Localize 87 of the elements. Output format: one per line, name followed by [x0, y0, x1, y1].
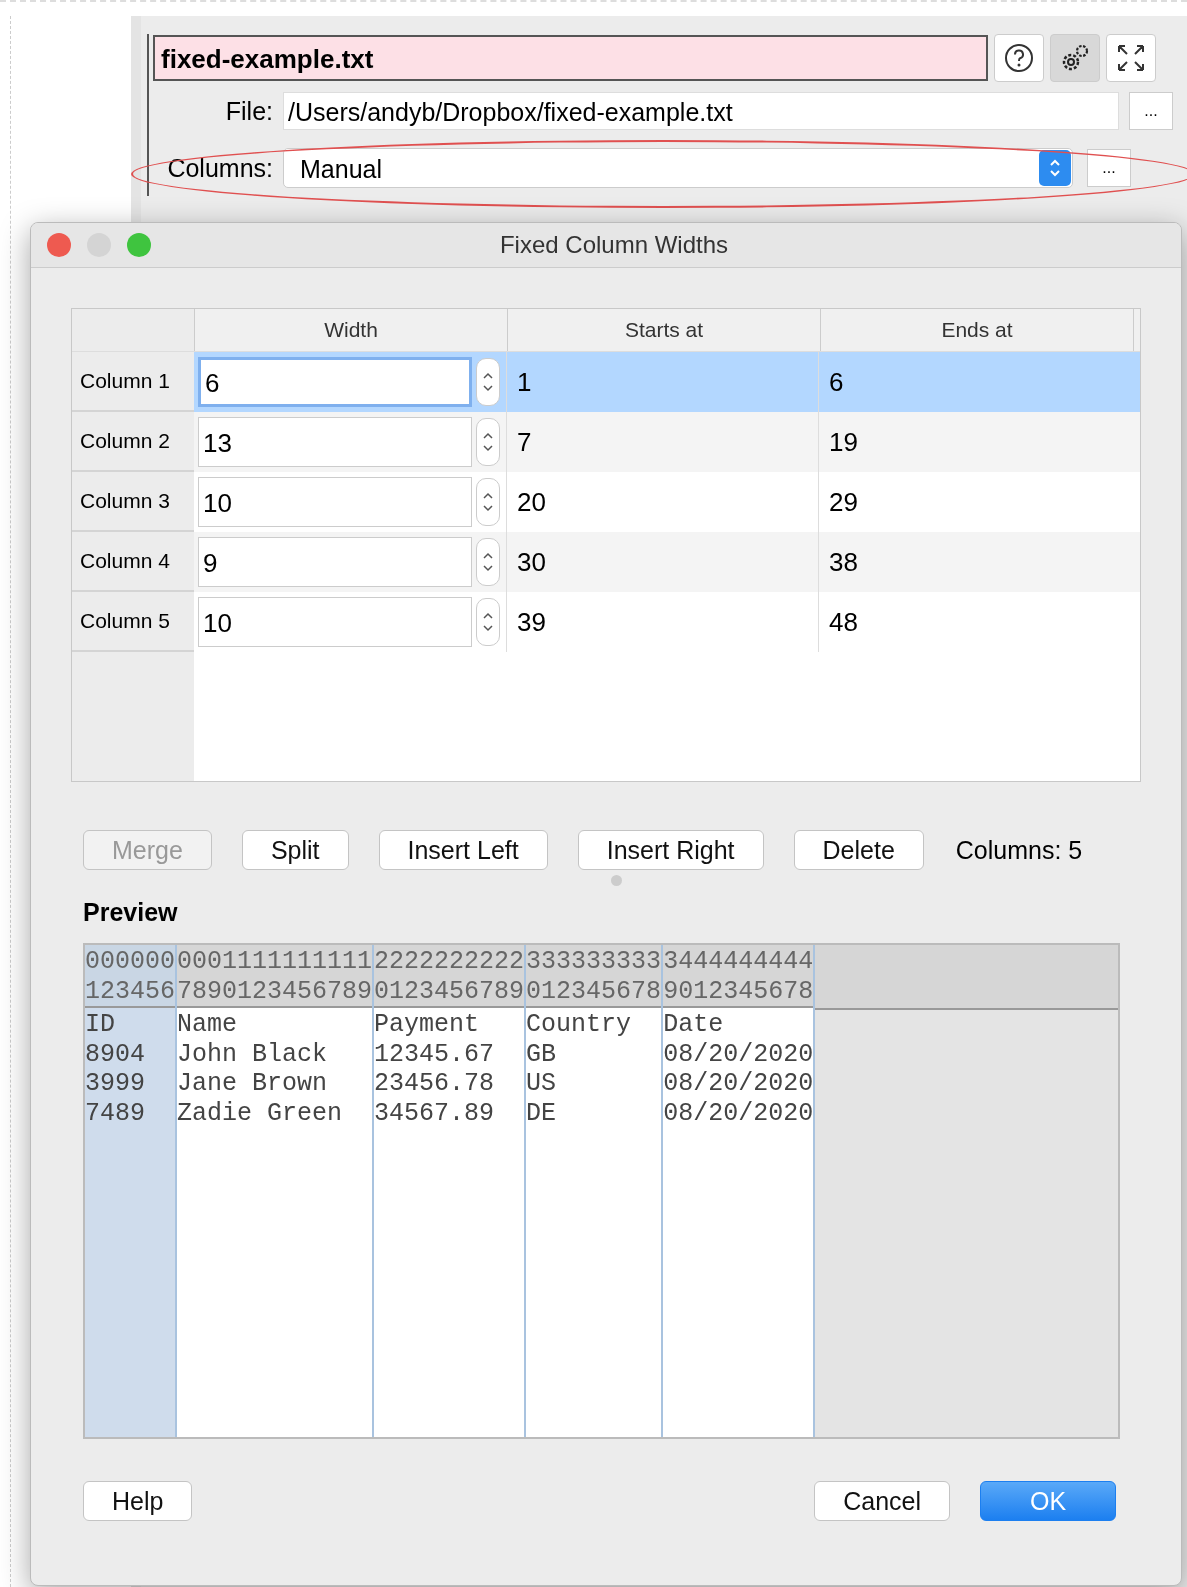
action-button[interactable]: Insert Left [378, 830, 548, 870]
file-label: File: [224, 95, 273, 127]
help-icon[interactable] [994, 34, 1044, 82]
width-field[interactable]: 9 [198, 537, 472, 587]
preview-column[interactable]: 333333333 012345678 Country GB US DE [526, 945, 664, 1437]
row-header: Column 4 [72, 532, 194, 592]
preview-text: 23456.78 [374, 1069, 496, 1099]
table-cell: 19 [818, 412, 1130, 472]
preview-column[interactable]: 0001111111111 7890123456789 Name John Black Jane Brown Zadie Green [177, 945, 375, 1437]
preview-text: Zadie Green [177, 1098, 344, 1128]
table-cell: 7 [506, 412, 818, 472]
preview-text: 34567.89 [374, 1098, 496, 1128]
row-header: Column 1 [72, 352, 194, 412]
preview-text: John Black [177, 1039, 329, 1069]
table-row[interactable]: Column 1 6 1 6 [72, 352, 1140, 412]
help-button[interactable]: Help [83, 1481, 193, 1521]
dialog-title: Fixed Column Widths [498, 231, 730, 259]
action-button[interactable]: Delete [793, 830, 924, 870]
table-cell: 39 [506, 592, 818, 652]
stepper-icon[interactable] [476, 538, 500, 586]
zoom-button[interactable] [127, 233, 151, 257]
width-field[interactable]: 10 [198, 477, 472, 527]
preview-text: 12345.67 [374, 1039, 496, 1069]
width-field[interactable]: 10 [198, 597, 472, 647]
preview-text: 3999 [85, 1069, 146, 1099]
preview-text: 08/20/2020 [663, 1039, 814, 1069]
preview-column[interactable]: 2222222222 0123456789 Payment 12345.67 23456.78 34567.89 [374, 945, 527, 1437]
file-path-field[interactable]: /Users/andyb/Dropbox/fixed-example.txt [283, 91, 1119, 130]
expand-icon[interactable] [1106, 34, 1156, 82]
column-count: Columns: 5 [955, 835, 1083, 865]
column-header: Width [195, 309, 508, 351]
table-row[interactable]: Column 4 9 30 38 [72, 532, 1140, 592]
ruler-digits: 333333333 [526, 947, 662, 977]
columns-options-button[interactable]: ... [1087, 148, 1131, 187]
preview-text: Date [663, 1010, 725, 1040]
table-row[interactable]: Column 2 13 7 19 [72, 412, 1140, 472]
ruler-digits: 9012345678 [663, 976, 814, 1006]
stepper-icon[interactable] [476, 598, 500, 646]
dropdown-arrows-icon [1039, 149, 1071, 186]
preview-column[interactable]: 000000 123456 ID 8904 3999 7489 [85, 945, 177, 1437]
stepper-icon[interactable] [476, 358, 500, 406]
row-header: Column 5 [72, 592, 194, 652]
preview-column[interactable]: 3444444444 9012345678 Date 08/20/2020 08/20/2020 08/20/2020 [663, 945, 816, 1437]
column-header: Starts at [508, 309, 821, 351]
stepper-icon[interactable] [476, 418, 500, 466]
stepper-icon[interactable] [476, 478, 500, 526]
preview-text: 7489 [85, 1098, 146, 1128]
columns-dropdown[interactable]: Manual [283, 147, 1073, 188]
ruler-digits: 2222222222 [374, 947, 525, 977]
ruler-digits: 7890123456789 [177, 976, 373, 1006]
ruler-digits: 0123456789 [374, 976, 525, 1006]
gear-icon[interactable] [1050, 34, 1100, 82]
column-header: Ends at [821, 309, 1134, 351]
cancel-button[interactable]: Cancel [814, 1481, 950, 1521]
width-field[interactable]: 13 [198, 417, 472, 467]
preview-text: GB [526, 1039, 558, 1069]
preview-text: US [526, 1069, 558, 1099]
preview-text: Payment [374, 1010, 481, 1040]
close-button[interactable] [47, 233, 71, 257]
name-field[interactable]: fixed-example.txt [153, 35, 988, 81]
ruler-digits: 123456 [85, 976, 175, 1006]
ruler-digits: 0001111111111 [177, 947, 373, 977]
ruler-digits: 012345678 [526, 976, 662, 1006]
ruler-digits: 3444444444 [663, 947, 814, 977]
ruler-digits: 000000 [85, 947, 175, 977]
table-row[interactable]: Column 3 10 20 29 [72, 472, 1140, 532]
preview-text: Jane Brown [177, 1069, 329, 1099]
table-cell: 30 [506, 532, 818, 592]
table-row[interactable]: Column 5 10 39 48 [72, 592, 1140, 652]
browse-button[interactable]: ... [1129, 91, 1173, 130]
preview-text: Country [526, 1010, 633, 1040]
table-cell: 38 [818, 532, 1130, 592]
row-header: Column 3 [72, 472, 194, 532]
preview-text: 08/20/2020 [663, 1069, 814, 1099]
row-header: Column 2 [72, 412, 194, 472]
preview-text: ID [85, 1010, 116, 1040]
action-button[interactable]: Split [241, 830, 349, 870]
width-field[interactable]: 6 [198, 357, 472, 407]
columns-label: Columns: [166, 152, 273, 184]
preview-text: Name [177, 1010, 239, 1040]
preview-text: 8904 [85, 1039, 146, 1069]
action-button[interactable]: Insert Right [577, 830, 764, 870]
preview-text: 08/20/2020 [663, 1098, 814, 1128]
preview-text: DE [526, 1098, 558, 1128]
splitter-handle-icon[interactable] [610, 875, 622, 886]
preview-title: Preview [83, 898, 179, 927]
table-cell: 48 [818, 592, 1130, 652]
